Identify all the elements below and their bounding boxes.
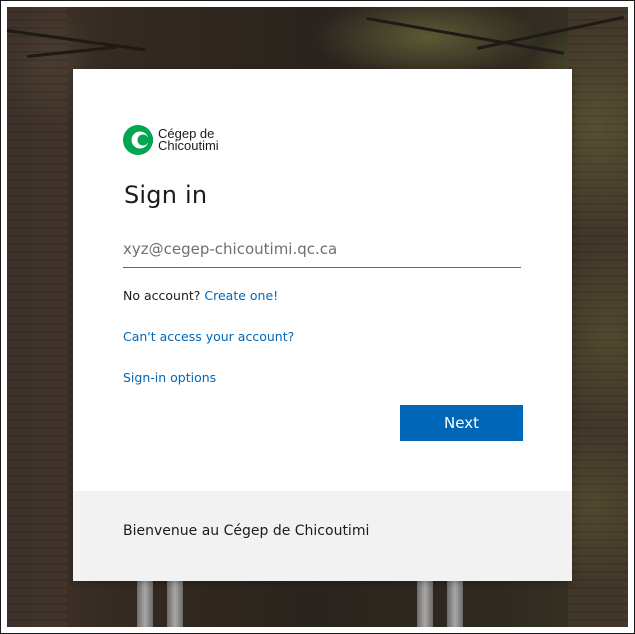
email-input[interactable] — [123, 227, 521, 268]
create-account-link[interactable]: Create one! — [204, 288, 278, 303]
brand-name-line2: Chicoutimi — [158, 138, 219, 153]
brand-name: Cégep de Chicoutimi — [158, 127, 219, 153]
cegep-logo-icon — [123, 125, 153, 155]
no-account-text: No account? — [123, 288, 201, 303]
brick-wall-right — [568, 7, 628, 627]
window-frame: Cégep de Chicoutimi Sign in No account? … — [0, 0, 635, 634]
page-title: Sign in — [124, 181, 208, 209]
next-button[interactable]: Next — [400, 405, 523, 441]
no-account-row: No account? Create one! — [123, 288, 278, 303]
cant-access-account-link[interactable]: Can't access your account? — [123, 329, 294, 344]
cant-access-row: Can't access your account? — [123, 329, 294, 344]
brand-logo: Cégep de Chicoutimi — [123, 120, 273, 160]
footer-welcome-text: Bienvenue au Cégep de Chicoutimi — [123, 523, 370, 539]
footer-banner: Bienvenue au Cégep de Chicoutimi — [73, 491, 572, 581]
brick-wall-left — [7, 7, 67, 627]
signin-options-row: Sign-in options — [123, 370, 216, 385]
signin-card: Cégep de Chicoutimi Sign in No account? … — [73, 69, 572, 581]
signin-options-link[interactable]: Sign-in options — [123, 370, 216, 385]
